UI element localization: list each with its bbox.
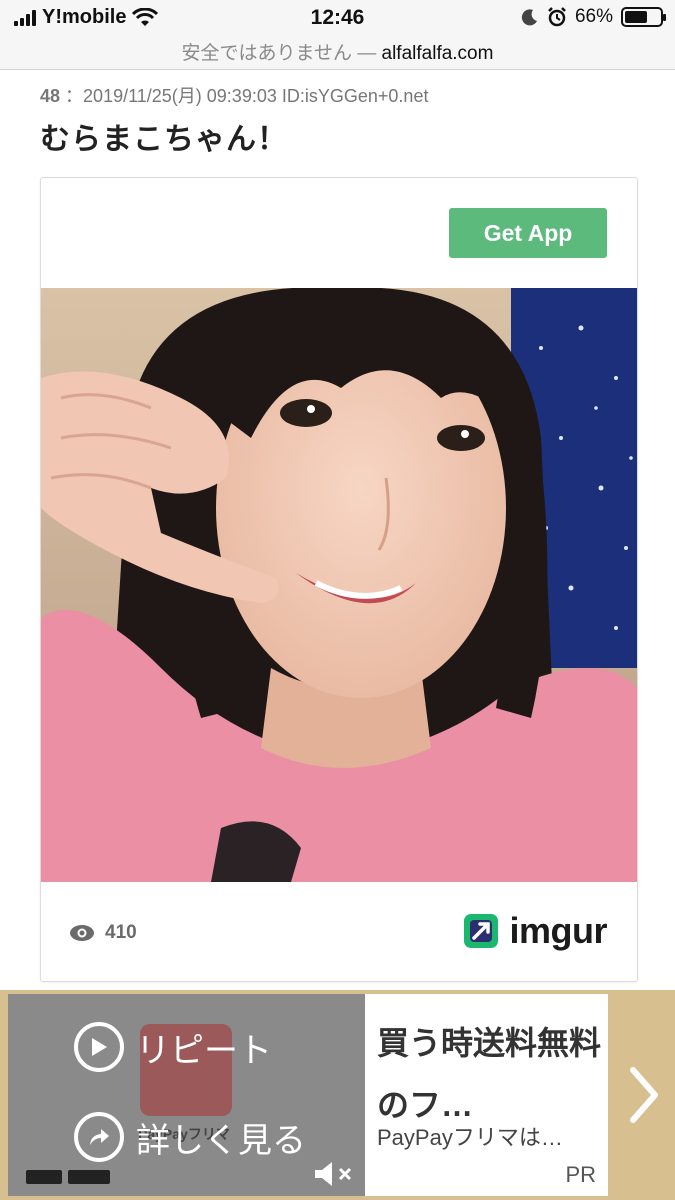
ad-video[interactable]: PayPayフリマ リピート 詳しく見る — [8, 994, 365, 1196]
moon-icon — [521, 9, 537, 26]
status-bar: Y!mobile 12:46 66% — [0, 0, 675, 38]
security-warning: 安全ではありません — — [181, 43, 377, 64]
eye-icon — [70, 925, 94, 941]
details-button[interactable]: 詳しく見る — [74, 1112, 306, 1162]
store-badges — [26, 1170, 110, 1184]
battery-fill — [625, 11, 648, 23]
alarm-icon — [548, 7, 566, 27]
imgur-logo-link[interactable]: imgur — [463, 910, 607, 952]
imgur-wordmark: imgur — [509, 910, 607, 951]
battery-icon — [621, 7, 666, 27]
status-right: 66% — [521, 6, 666, 28]
post-datetime: 2019/11/25(月) 09:39:03 — [83, 86, 277, 106]
post-number[interactable]: 48 — [40, 86, 60, 106]
chevron-right-icon — [629, 1067, 658, 1123]
mute-icon[interactable] — [313, 1160, 357, 1188]
ad-pr-label: PR — [565, 1162, 596, 1187]
post-id: ID:isYGGen+0.net — [281, 86, 429, 106]
view-count: 410 — [69, 922, 137, 944]
url-bar[interactable]: 安全ではありません — alfalfalfa.com — [0, 38, 675, 70]
post-body: むらまこちゃん！ — [40, 123, 288, 156]
ad-text-panel[interactable]: 買う時送料無料のフ… PayPayフリマは… PR — [365, 994, 608, 1196]
play-icon — [74, 1022, 124, 1072]
imgur-mark-icon — [464, 914, 499, 948]
details-label: 詳しく見る — [136, 1121, 306, 1160]
battery-percent: 66% — [574, 6, 613, 27]
embed-footer: 410 imgur — [41, 882, 637, 982]
ad-next-button[interactable] — [612, 994, 675, 1196]
post-meta: 48 ：2019/11/25(月) 09:39:03 ID:isYGGen+0.… — [40, 82, 428, 108]
view-count-value: 410 — [105, 922, 137, 943]
imgur-embed-card: Get App 410 imgur — [40, 177, 638, 982]
post-separator: ： — [65, 86, 84, 106]
ad-subtitle: PayPayフリマは… — [377, 1125, 563, 1150]
ad-banner[interactable]: PayPayフリマ リピート 詳しく見る 買う時送料無料のフ… PayPayフリ… — [0, 990, 675, 1200]
get-app-button[interactable]: Get App — [449, 208, 607, 258]
url-domain: alfalfalfa.com — [381, 43, 494, 64]
photo-illustration — [41, 288, 637, 882]
embedded-photo[interactable] — [41, 288, 637, 882]
ad-title: 買う時送料無料のフ… — [377, 1025, 602, 1123]
replay-button[interactable]: リピート — [74, 1022, 272, 1072]
share-arrow-icon — [74, 1112, 124, 1162]
replay-label: リピート — [136, 1031, 272, 1070]
